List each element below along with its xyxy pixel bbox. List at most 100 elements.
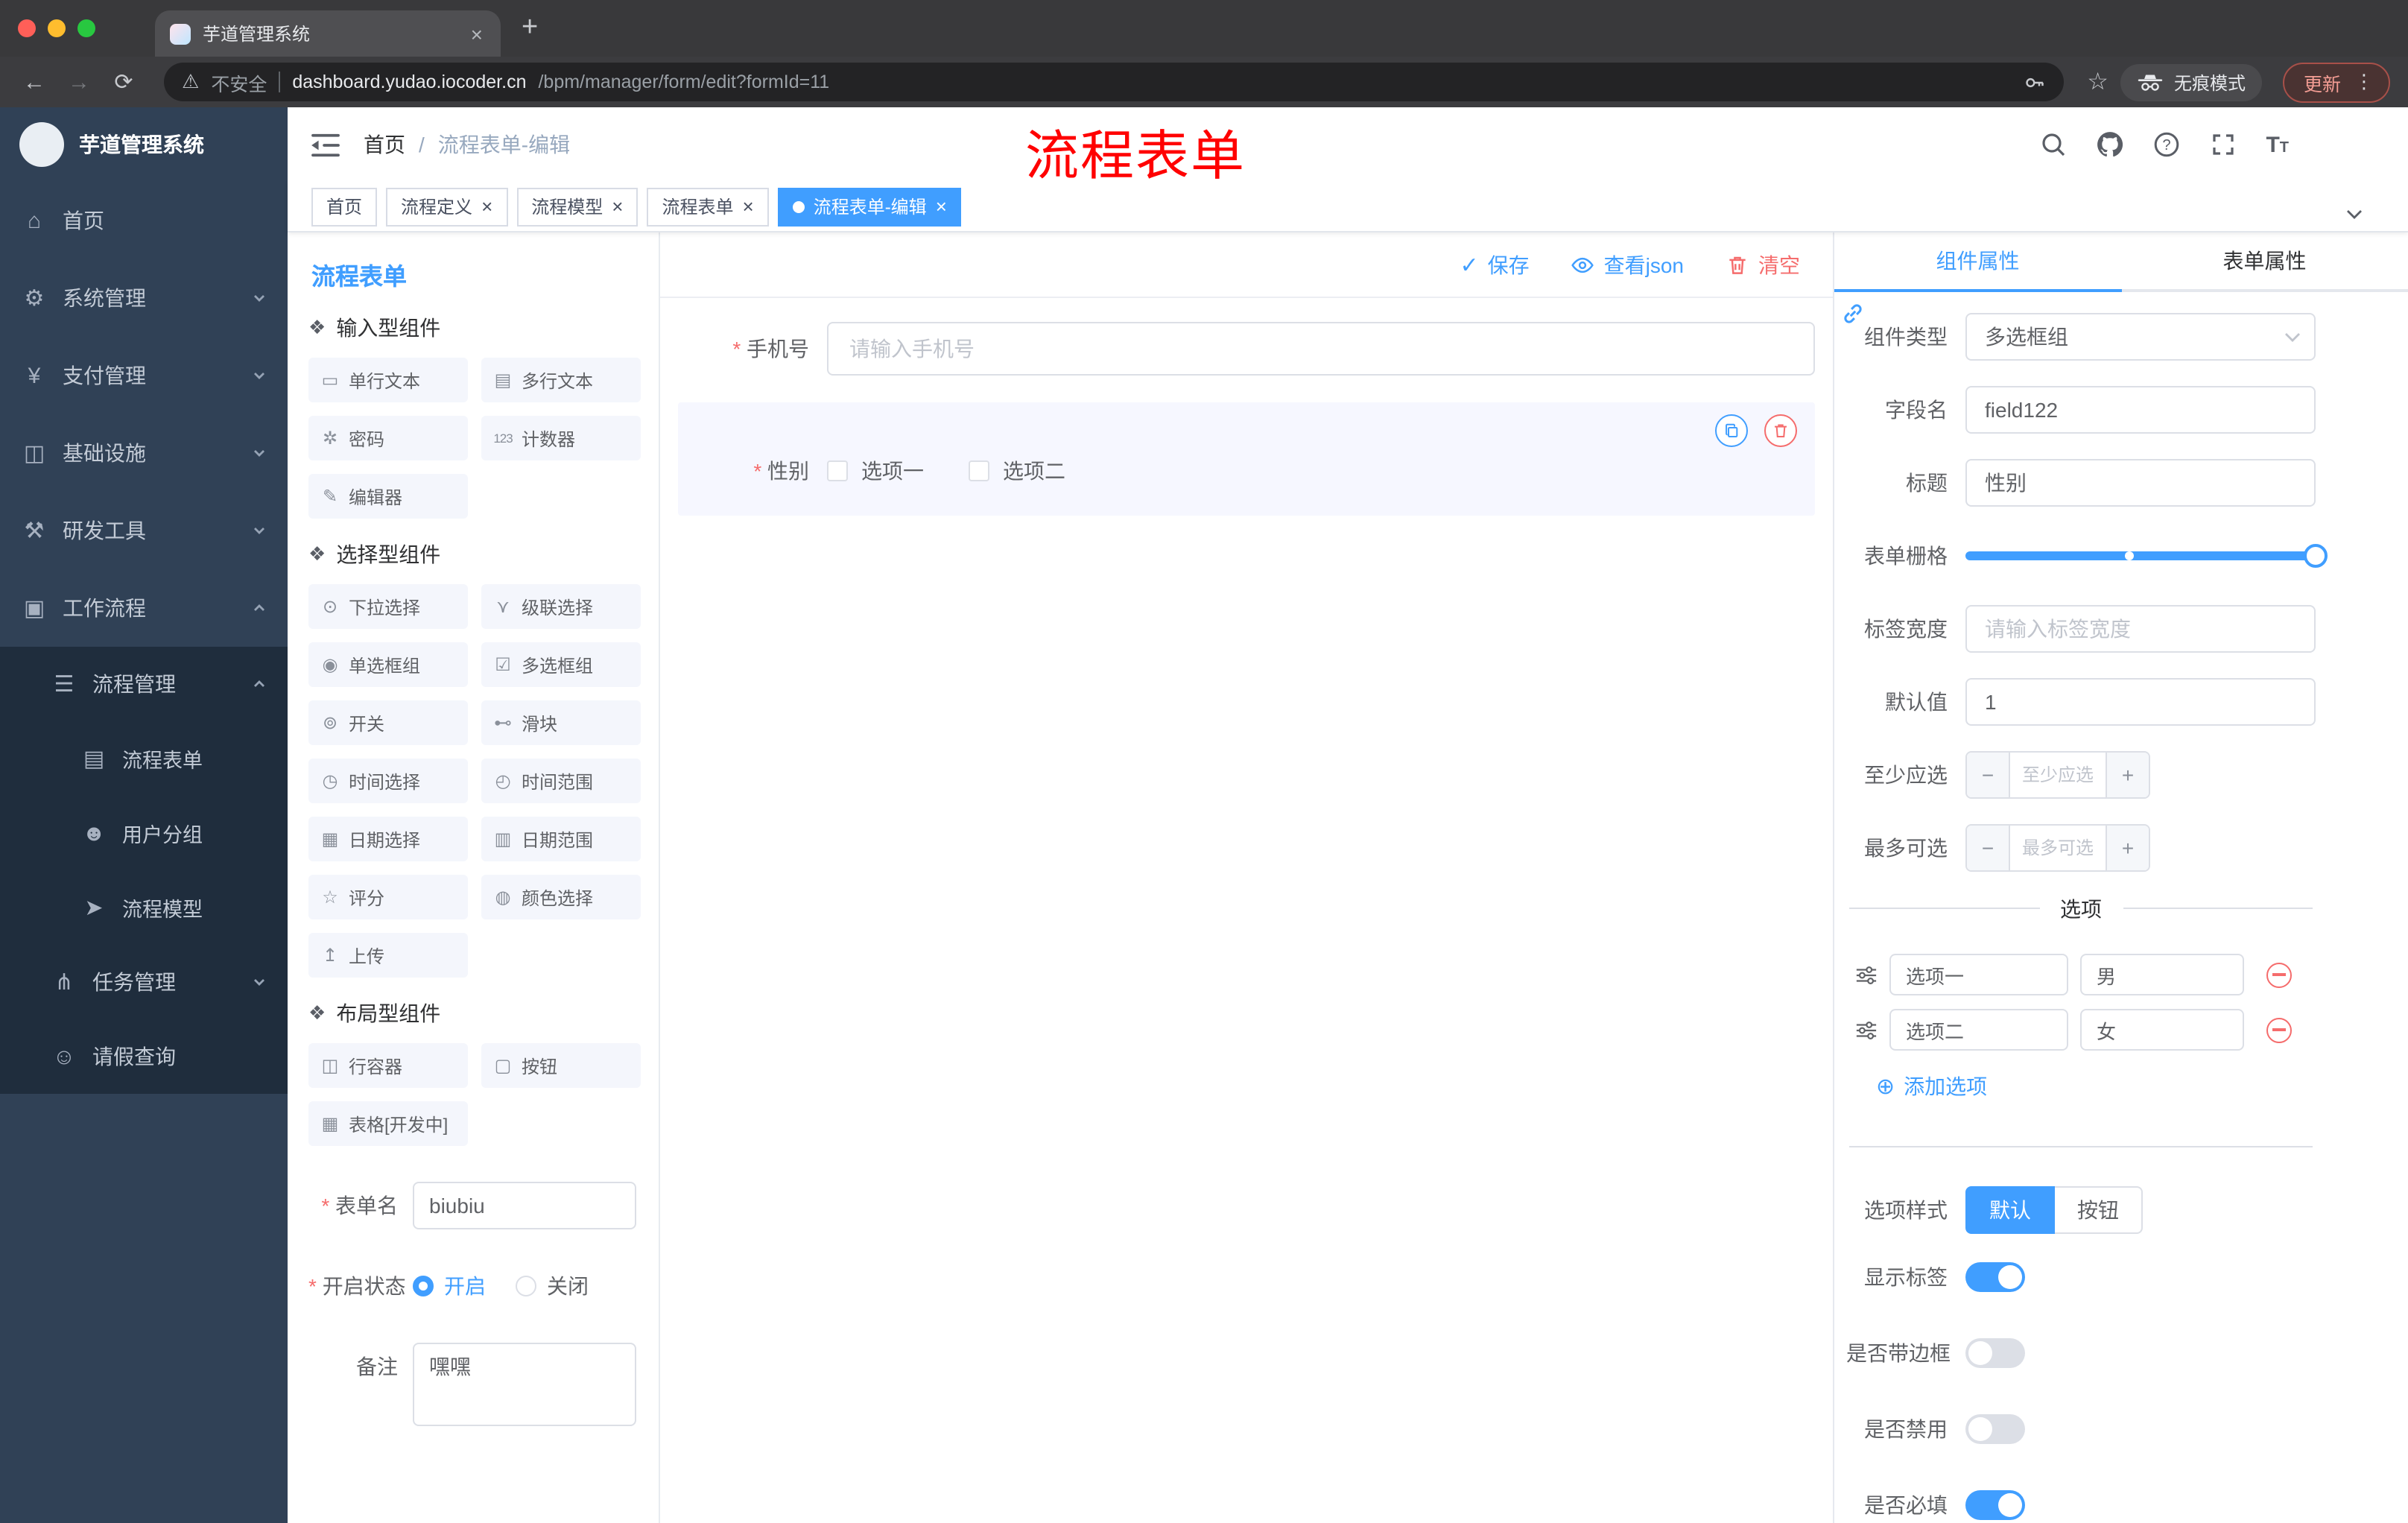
close-icon[interactable]: ×: [743, 197, 754, 216]
style-default-button[interactable]: 默认: [1965, 1186, 2055, 1234]
copy-widget-button[interactable]: [1715, 414, 1748, 447]
help-icon[interactable]: ?: [2152, 131, 2179, 158]
sidebar-item-home[interactable]: ⌂ 首页: [0, 182, 288, 259]
back-icon[interactable]: ←: [18, 69, 51, 95]
default-value-input[interactable]: [1965, 678, 2316, 726]
palette-item-cascader[interactable]: ⋎ 级联选择: [481, 584, 641, 629]
field-name-input[interactable]: [1965, 386, 2316, 434]
palette-item-radio-group[interactable]: ◉ 单选框组: [308, 642, 468, 687]
browser-menu-icon[interactable]: ⋮: [2354, 70, 2374, 94]
sidebar-item-leave-query[interactable]: ☺ 请假查询: [0, 1019, 288, 1094]
palette-item-upload[interactable]: ↥ 上传: [308, 933, 468, 978]
phone-field[interactable]: 手机号: [678, 322, 1815, 376]
palette-item-checkbox-group[interactable]: ☑ 多选框组: [481, 642, 641, 687]
close-window-button[interactable]: [18, 19, 36, 37]
palette-item-date-picker[interactable]: ▦ 日期选择: [308, 817, 468, 861]
avatar-caret-icon[interactable]: [2345, 209, 2363, 221]
drag-handle-icon[interactable]: [1855, 1019, 1878, 1041]
plus-icon[interactable]: +: [2106, 826, 2149, 870]
tab-form-props[interactable]: 表单属性: [2121, 232, 2408, 289]
minimize-window-button[interactable]: [48, 19, 66, 37]
palette-item-editor[interactable]: ✎ 编辑器: [308, 474, 468, 519]
bookmark-star-icon[interactable]: ☆: [2087, 67, 2108, 97]
palette-item-select[interactable]: ⊙ 下拉选择: [308, 584, 468, 629]
option-label-input[interactable]: [1889, 1009, 2068, 1051]
slider-track[interactable]: [1965, 544, 2328, 568]
palette-item-button[interactable]: ▢ 按钮: [481, 1043, 641, 1088]
disabled-toggle[interactable]: [1965, 1414, 2025, 1444]
sidebar-item-process-form[interactable]: ▤ 流程表单: [0, 721, 288, 796]
sidebar-item-devtools[interactable]: ⚒ 研发工具: [0, 492, 288, 569]
palette-item-single-line-text[interactable]: ▭ 单行文本: [308, 358, 468, 402]
border-toggle[interactable]: [1965, 1338, 2025, 1368]
forward-icon[interactable]: →: [63, 69, 95, 95]
palette-item-rate[interactable]: ☆ 评分: [308, 875, 468, 919]
option-value-input[interactable]: [2080, 954, 2244, 995]
password-key-icon[interactable]: [2023, 71, 2045, 93]
tab-close-icon[interactable]: ×: [468, 22, 486, 45]
status-on-radio[interactable]: 开启: [413, 1271, 486, 1301]
sidebar-item-payment[interactable]: ¥ 支付管理: [0, 337, 288, 414]
new-tab-button[interactable]: +: [522, 12, 538, 45]
view-json-button[interactable]: 查看json: [1571, 250, 1684, 279]
close-icon[interactable]: ×: [481, 197, 492, 216]
github-icon[interactable]: [2096, 131, 2123, 158]
palette-item-multi-line-text[interactable]: ▤ 多行文本: [481, 358, 641, 402]
sidebar-item-task-mgmt[interactable]: ⋔ 任务管理: [0, 945, 288, 1019]
palette-item-row-container[interactable]: ◫ 行容器: [308, 1043, 468, 1088]
palette-item-counter[interactable]: 123 计数器: [481, 416, 641, 460]
max-select-input[interactable]: [2010, 826, 2106, 870]
clear-button[interactable]: 清空: [1726, 250, 1800, 279]
gender-option1-checkbox[interactable]: 选项一: [827, 456, 924, 486]
component-type-select[interactable]: 多选框组: [1965, 313, 2316, 361]
palette-item-table[interactable]: ▦ 表格[开发中]: [308, 1101, 468, 1146]
drag-handle-icon[interactable]: [1855, 963, 1878, 986]
form-name-input[interactable]: [413, 1182, 636, 1229]
save-button[interactable]: ✓ 保存: [1460, 250, 1529, 279]
tag-process-form[interactable]: 流程表单 ×: [647, 187, 769, 226]
close-icon[interactable]: ×: [612, 197, 623, 216]
palette-item-time-picker[interactable]: ◷ 时间选择: [308, 759, 468, 803]
close-icon[interactable]: ×: [936, 197, 947, 216]
form-remark-textarea[interactable]: 嘿嘿: [413, 1343, 636, 1426]
phone-input[interactable]: [827, 322, 1815, 376]
required-toggle[interactable]: [1965, 1490, 2025, 1520]
option-label-input[interactable]: [1889, 954, 2068, 995]
style-button-button[interactable]: 按钮: [2055, 1186, 2143, 1234]
tag-process-form-edit[interactable]: 流程表单-编辑 ×: [777, 187, 962, 226]
minus-icon[interactable]: −: [1967, 826, 2010, 870]
palette-item-switch[interactable]: ⊚ 开关: [308, 700, 468, 745]
address-bar[interactable]: ⚠ 不安全 dashboard.yudao.iocoder.cn/bpm/man…: [164, 63, 2064, 101]
remove-option-button[interactable]: [2266, 1017, 2292, 1042]
search-icon[interactable]: [2039, 131, 2066, 158]
palette-item-color-picker[interactable]: ◍ 颜色选择: [481, 875, 641, 919]
sidebar-logo[interactable]: 芋道管理系统: [0, 107, 288, 182]
add-option-button[interactable]: ⊕ 添加选项: [1876, 1071, 2316, 1101]
gender-field[interactable]: 性别 选项一 选项二: [678, 456, 1815, 486]
sidebar-item-infra[interactable]: ◫ 基础设施: [0, 414, 288, 492]
status-off-radio[interactable]: 关闭: [516, 1271, 589, 1301]
min-select-input[interactable]: [2010, 753, 2106, 797]
sidebar-item-process-model[interactable]: ➤ 流程模型: [0, 870, 288, 945]
browser-update-button[interactable]: 更新 ⋮: [2282, 62, 2390, 102]
label-width-input[interactable]: [1965, 605, 2316, 653]
option-value-input[interactable]: [2080, 1009, 2244, 1051]
link-icon[interactable]: [1840, 301, 1866, 326]
sidebar-item-workflow[interactable]: ▣ 工作流程: [0, 569, 288, 647]
tag-home[interactable]: 首页: [311, 187, 378, 226]
breadcrumb-home[interactable]: 首页: [364, 130, 405, 159]
delete-widget-button[interactable]: [1764, 414, 1797, 447]
remove-option-button[interactable]: [2266, 962, 2292, 987]
font-size-icon[interactable]: TT: [2266, 133, 2289, 156]
sidebar-item-process-mgmt[interactable]: ☰ 流程管理: [0, 647, 288, 721]
plus-icon[interactable]: +: [2106, 753, 2149, 797]
sidebar-item-system[interactable]: ⚙ 系统管理: [0, 259, 288, 337]
palette-item-time-range[interactable]: ◴ 时间范围: [481, 759, 641, 803]
tag-process-definition[interactable]: 流程定义 ×: [386, 187, 508, 226]
palette-item-date-range[interactable]: ▥ 日期范围: [481, 817, 641, 861]
tab-component-props[interactable]: 组件属性: [1834, 232, 2121, 292]
sidebar-collapse-icon[interactable]: [311, 132, 340, 157]
show-label-toggle[interactable]: [1965, 1262, 2025, 1292]
slider-handle[interactable]: [2304, 544, 2328, 568]
minus-icon[interactable]: −: [1967, 753, 2010, 797]
